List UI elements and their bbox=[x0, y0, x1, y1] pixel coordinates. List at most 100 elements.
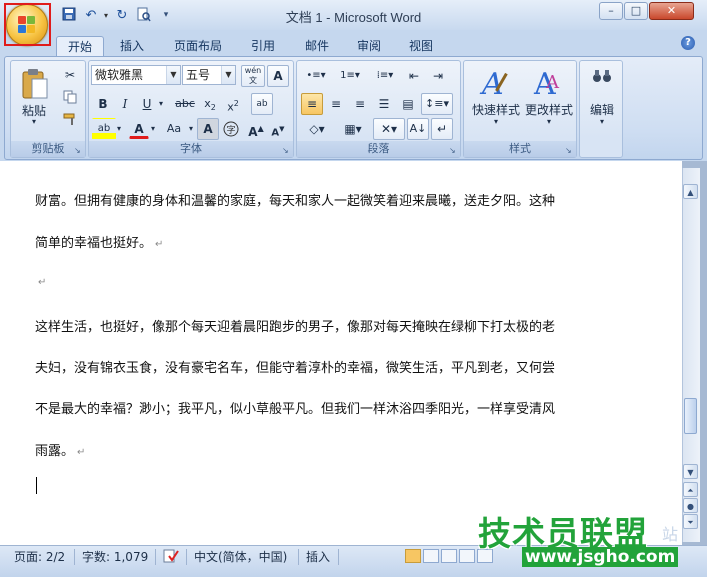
increase-indent-icon[interactable]: ⇥ bbox=[427, 65, 449, 87]
tab-page-layout[interactable]: 页面布局 bbox=[166, 36, 230, 56]
change-styles-dropdown-icon[interactable]: ▾ bbox=[522, 117, 576, 126]
office-button-highlight bbox=[4, 3, 51, 46]
enclose-characters-icon[interactable]: 字 bbox=[220, 118, 242, 140]
bullets-icon[interactable]: •≡▾ bbox=[301, 65, 331, 87]
document-line[interactable]: 财富。但拥有健康的身体和温馨的家庭，每天和家人一起微笑着迎来晨曦，送走夕阳。这种 bbox=[35, 190, 555, 209]
word-count[interactable]: 字数: 1,079 bbox=[82, 549, 148, 565]
document-line[interactable]: ↵ bbox=[35, 274, 46, 289]
grow-font-icon[interactable]: A▲ bbox=[245, 118, 267, 140]
italic-icon[interactable]: I bbox=[115, 93, 135, 115]
borders-icon[interactable]: ▦▾ bbox=[337, 118, 369, 140]
status-separator bbox=[298, 549, 299, 565]
help-icon[interactable]: ? bbox=[681, 36, 695, 50]
copy-icon[interactable] bbox=[59, 86, 81, 108]
superscript-icon[interactable]: x2 bbox=[222, 93, 244, 115]
proofing-icon[interactable] bbox=[163, 549, 179, 567]
web-layout-icon[interactable] bbox=[441, 549, 457, 563]
tab-mailings[interactable]: 邮件 bbox=[294, 36, 340, 56]
minimize-button[interactable]: – bbox=[599, 2, 623, 20]
format-painter-icon[interactable] bbox=[59, 108, 81, 130]
full-screen-reading-icon[interactable] bbox=[423, 549, 439, 563]
tab-home[interactable]: 开始 bbox=[56, 36, 104, 58]
clipboard-launcher-icon[interactable]: ↘ bbox=[74, 146, 83, 155]
shrink-font-icon[interactable]: A▼ bbox=[267, 118, 289, 140]
language-indicator[interactable]: 中文(简体，中国) bbox=[194, 549, 287, 565]
align-right-icon[interactable]: ≡ bbox=[349, 93, 371, 115]
scrollbar-thumb[interactable] bbox=[684, 398, 697, 434]
previous-page-icon[interactable]: ⏶ bbox=[683, 482, 698, 497]
font-color-dropdown-icon[interactable]: ▾ bbox=[147, 118, 159, 140]
clear-formatting-icon[interactable]: ab bbox=[251, 93, 273, 115]
paragraph-mark: ↵ bbox=[38, 277, 47, 288]
watermark-tail: 站 bbox=[662, 525, 679, 544]
numbering-icon[interactable]: 1≡▾ bbox=[335, 65, 365, 87]
tab-insert[interactable]: 插入 bbox=[108, 36, 156, 56]
tab-references[interactable]: 引用 bbox=[240, 36, 286, 56]
character-border-icon[interactable]: A bbox=[267, 65, 289, 87]
styles-launcher-icon[interactable]: ↘ bbox=[565, 146, 574, 155]
bold-icon[interactable]: B bbox=[93, 93, 113, 115]
status-separator bbox=[74, 549, 75, 565]
paragraph-launcher-icon[interactable]: ↘ bbox=[449, 146, 458, 155]
shading-icon[interactable]: ◇▾ bbox=[301, 118, 333, 140]
browse-object-icon[interactable]: ● bbox=[683, 498, 698, 513]
document-line[interactable]: 简单的幸福也挺好。 ↵ bbox=[35, 232, 163, 251]
strikethrough-icon[interactable]: abc bbox=[171, 93, 199, 115]
line-spacing-icon[interactable]: ↕≡▾ bbox=[421, 93, 453, 115]
outline-view-icon[interactable] bbox=[459, 549, 475, 563]
change-case-icon[interactable]: Aa bbox=[161, 118, 187, 140]
document-line[interactable]: 不是最大的幸福？渺小；我平凡，似小草般平凡。但我们一样沐浴四季阳光，一样享受清风 bbox=[35, 398, 555, 417]
quick-styles-label: 快速样式 bbox=[471, 103, 520, 117]
print-layout-icon[interactable] bbox=[405, 549, 421, 563]
decrease-indent-icon[interactable]: ⇤ bbox=[403, 65, 425, 87]
find-binoculars-icon[interactable] bbox=[586, 67, 618, 91]
close-button[interactable]: ✕ bbox=[649, 2, 694, 20]
scroll-up-icon[interactable]: ▲ bbox=[683, 184, 698, 199]
underline-icon[interactable]: U bbox=[137, 93, 157, 115]
underline-dropdown-icon[interactable]: ▾ bbox=[155, 93, 167, 115]
editing-group: 编辑 ▾ bbox=[579, 60, 623, 158]
multilevel-list-icon[interactable]: ⁞≡▾ bbox=[369, 65, 401, 87]
editing-dropdown-icon[interactable]: ▾ bbox=[580, 117, 624, 126]
insert-mode[interactable]: 插入 bbox=[306, 549, 330, 565]
character-shading-icon[interactable]: A bbox=[197, 118, 219, 140]
highlight-dropdown-icon[interactable]: ▾ bbox=[113, 118, 125, 140]
document-line[interactable]: 夫妇，没有锦衣玉食，没有豪宅名车，但能守着淳朴的幸福，微笑生活，平凡到老，又何尝 bbox=[35, 357, 555, 376]
sort-icon[interactable]: A↓ bbox=[407, 118, 429, 140]
align-center-icon[interactable]: ≡ bbox=[325, 93, 347, 115]
status-separator bbox=[186, 549, 187, 565]
document-page[interactable] bbox=[0, 161, 682, 545]
tab-view[interactable]: 视图 bbox=[398, 36, 444, 56]
maximize-button[interactable]: □ bbox=[624, 2, 648, 20]
distributed-icon[interactable]: ▤ bbox=[397, 93, 419, 115]
font-name-select[interactable]: 微软雅黑 ▼ bbox=[91, 65, 181, 85]
styles-group-label: 样式 bbox=[464, 141, 576, 157]
editing-label[interactable]: 编辑 bbox=[580, 101, 624, 118]
align-left-icon[interactable]: ≡ bbox=[301, 93, 323, 115]
justify-icon[interactable]: ☰ bbox=[373, 93, 395, 115]
paragraph-group-label: 段落 bbox=[297, 141, 460, 157]
scroll-down-icon[interactable]: ▼ bbox=[683, 464, 698, 479]
change-styles-label: 更改样式 bbox=[524, 103, 573, 117]
subscript-icon[interactable]: x2 bbox=[199, 93, 221, 115]
paragraph-mark: ↵ bbox=[77, 447, 86, 458]
page-indicator[interactable]: 页面: 2/2 bbox=[14, 549, 65, 565]
paste-dropdown-icon[interactable]: ▾ bbox=[14, 117, 54, 126]
phonetic-guide-icon[interactable]: wén 文 bbox=[241, 65, 265, 87]
document-line[interactable]: 雨露。 ↵ bbox=[35, 440, 85, 459]
chinese-layout-icon[interactable]: ✕▾ bbox=[373, 118, 405, 140]
cut-icon[interactable]: ✂ bbox=[59, 64, 81, 86]
font-group-label: 字体 bbox=[89, 141, 293, 157]
font-size-select[interactable]: 五号 ▼ bbox=[182, 65, 236, 85]
change-case-dropdown-icon[interactable]: ▾ bbox=[185, 118, 197, 140]
font-color-icon[interactable]: A bbox=[129, 118, 149, 139]
tab-review[interactable]: 审阅 bbox=[346, 36, 392, 56]
show-paragraph-marks-icon[interactable]: ↵ bbox=[431, 118, 453, 140]
font-group: 微软雅黑 ▼ 五号 ▼ wén 文 A B I U ▾ abc x2 x2 ab … bbox=[88, 60, 294, 158]
quick-styles-dropdown-icon[interactable]: ▾ bbox=[468, 117, 524, 126]
font-launcher-icon[interactable]: ↘ bbox=[282, 146, 291, 155]
document-line[interactable]: 这样生活，也挺好，像那个每天迎着晨阳跑步的男子，像那对每天掩映在绿柳下打太极的老 bbox=[35, 316, 555, 335]
svg-text:字: 字 bbox=[226, 124, 235, 136]
svg-text:A: A bbox=[545, 72, 560, 93]
next-page-icon[interactable]: ⏷ bbox=[683, 514, 698, 529]
